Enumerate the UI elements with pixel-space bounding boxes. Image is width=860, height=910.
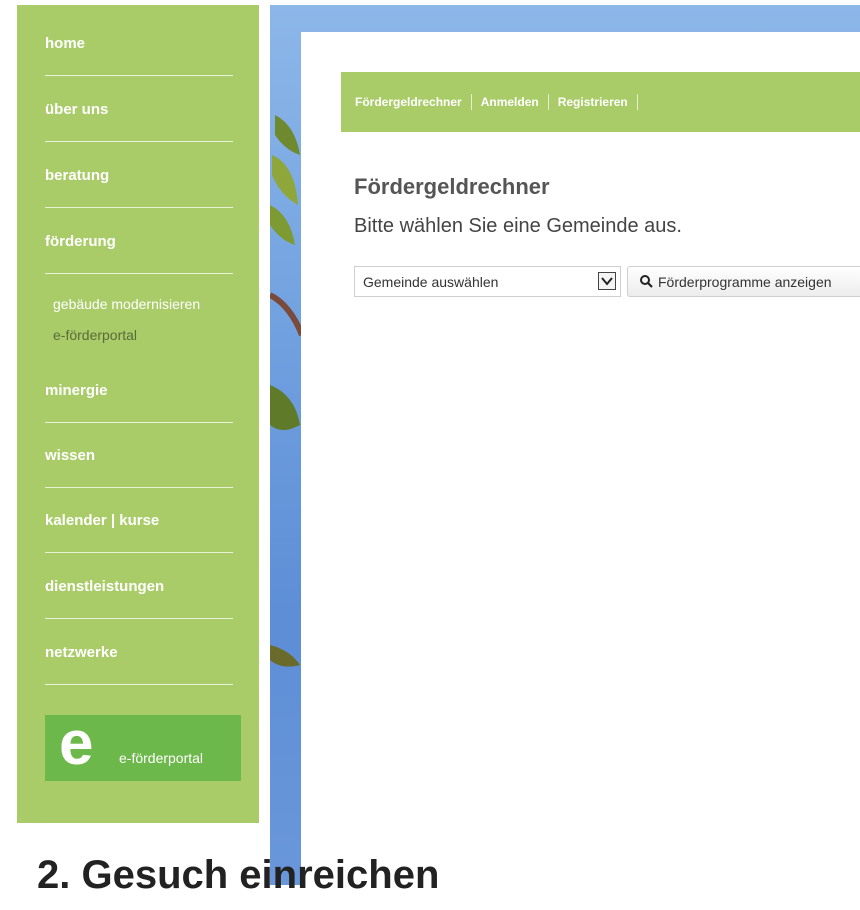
sidebar-divider [45,684,233,685]
e-foerderportal-button[interactable]: e e-förderportal [45,709,241,781]
sidebar-item-ueber-uns[interactable]: über uns [45,101,233,118]
sidebar-subitem-e-foerderportal[interactable]: e-förderportal [53,327,137,343]
top-navigation-bar: Fördergeldrechner Anmelden Registrieren [341,72,860,132]
nav-separator [470,94,472,110]
chevron-down-icon [598,272,616,290]
sidebar-divider [45,75,233,76]
foerderprogramme-anzeigen-button[interactable]: Förderprogramme anzeigen [627,266,860,297]
gemeinde-select-value: Gemeinde auswählen [363,274,499,290]
nav-link-foerdergeldrechner[interactable]: Fördergeldrechner [355,95,462,109]
sidebar-divider [45,422,233,423]
top-nav-links: Fördergeldrechner Anmelden Registrieren [355,94,647,110]
sidebar-item-dienstleistungen[interactable]: dienstleistungen [45,578,233,595]
sidebar-divider [45,618,233,619]
page-title: Fördergeldrechner [354,174,550,199]
sidebar-item-kalender-kurse[interactable]: kalender | kurse [45,512,233,529]
main-panel: Fördergeldrechner Anmelden Registrieren … [301,32,860,910]
foerderprogramme-anzeigen-label: Förderprogramme anzeigen [658,274,832,290]
sidebar-divider [45,552,233,553]
sidebar-item-home[interactable]: home [45,35,233,52]
nav-separator [636,94,638,110]
nav-link-registrieren[interactable]: Registrieren [558,95,628,109]
search-icon [640,275,653,293]
sidebar-item-beratung[interactable]: beratung [45,167,233,184]
nav-link-anmelden[interactable]: Anmelden [481,95,539,109]
sidebar-item-foerderung[interactable]: förderung [45,233,233,250]
page-instruction: Bitte wählen Sie eine Gemeinde aus. [354,215,682,237]
sidebar-divider [45,487,233,488]
sidebar-subitem-gebaeude-modernisieren[interactable]: gebäude modernisieren [53,296,200,312]
sidebar-divider [45,207,233,208]
nav-separator [547,94,549,110]
e-foerderportal-label: e-förderportal [119,750,204,766]
sidebar: home über uns beratung förderung gebäude… [17,5,259,823]
e-logo-icon: e [59,709,94,778]
gemeinde-select[interactable]: Gemeinde auswählen [354,266,621,297]
sidebar-divider [45,273,233,274]
section-heading: 2. Gesuch einreichen [37,853,440,897]
sidebar-divider [45,141,233,142]
sidebar-item-wissen[interactable]: wissen [45,447,233,464]
sidebar-item-netzwerke[interactable]: netzwerke [45,644,233,661]
sidebar-item-minergie[interactable]: minergie [45,382,233,399]
